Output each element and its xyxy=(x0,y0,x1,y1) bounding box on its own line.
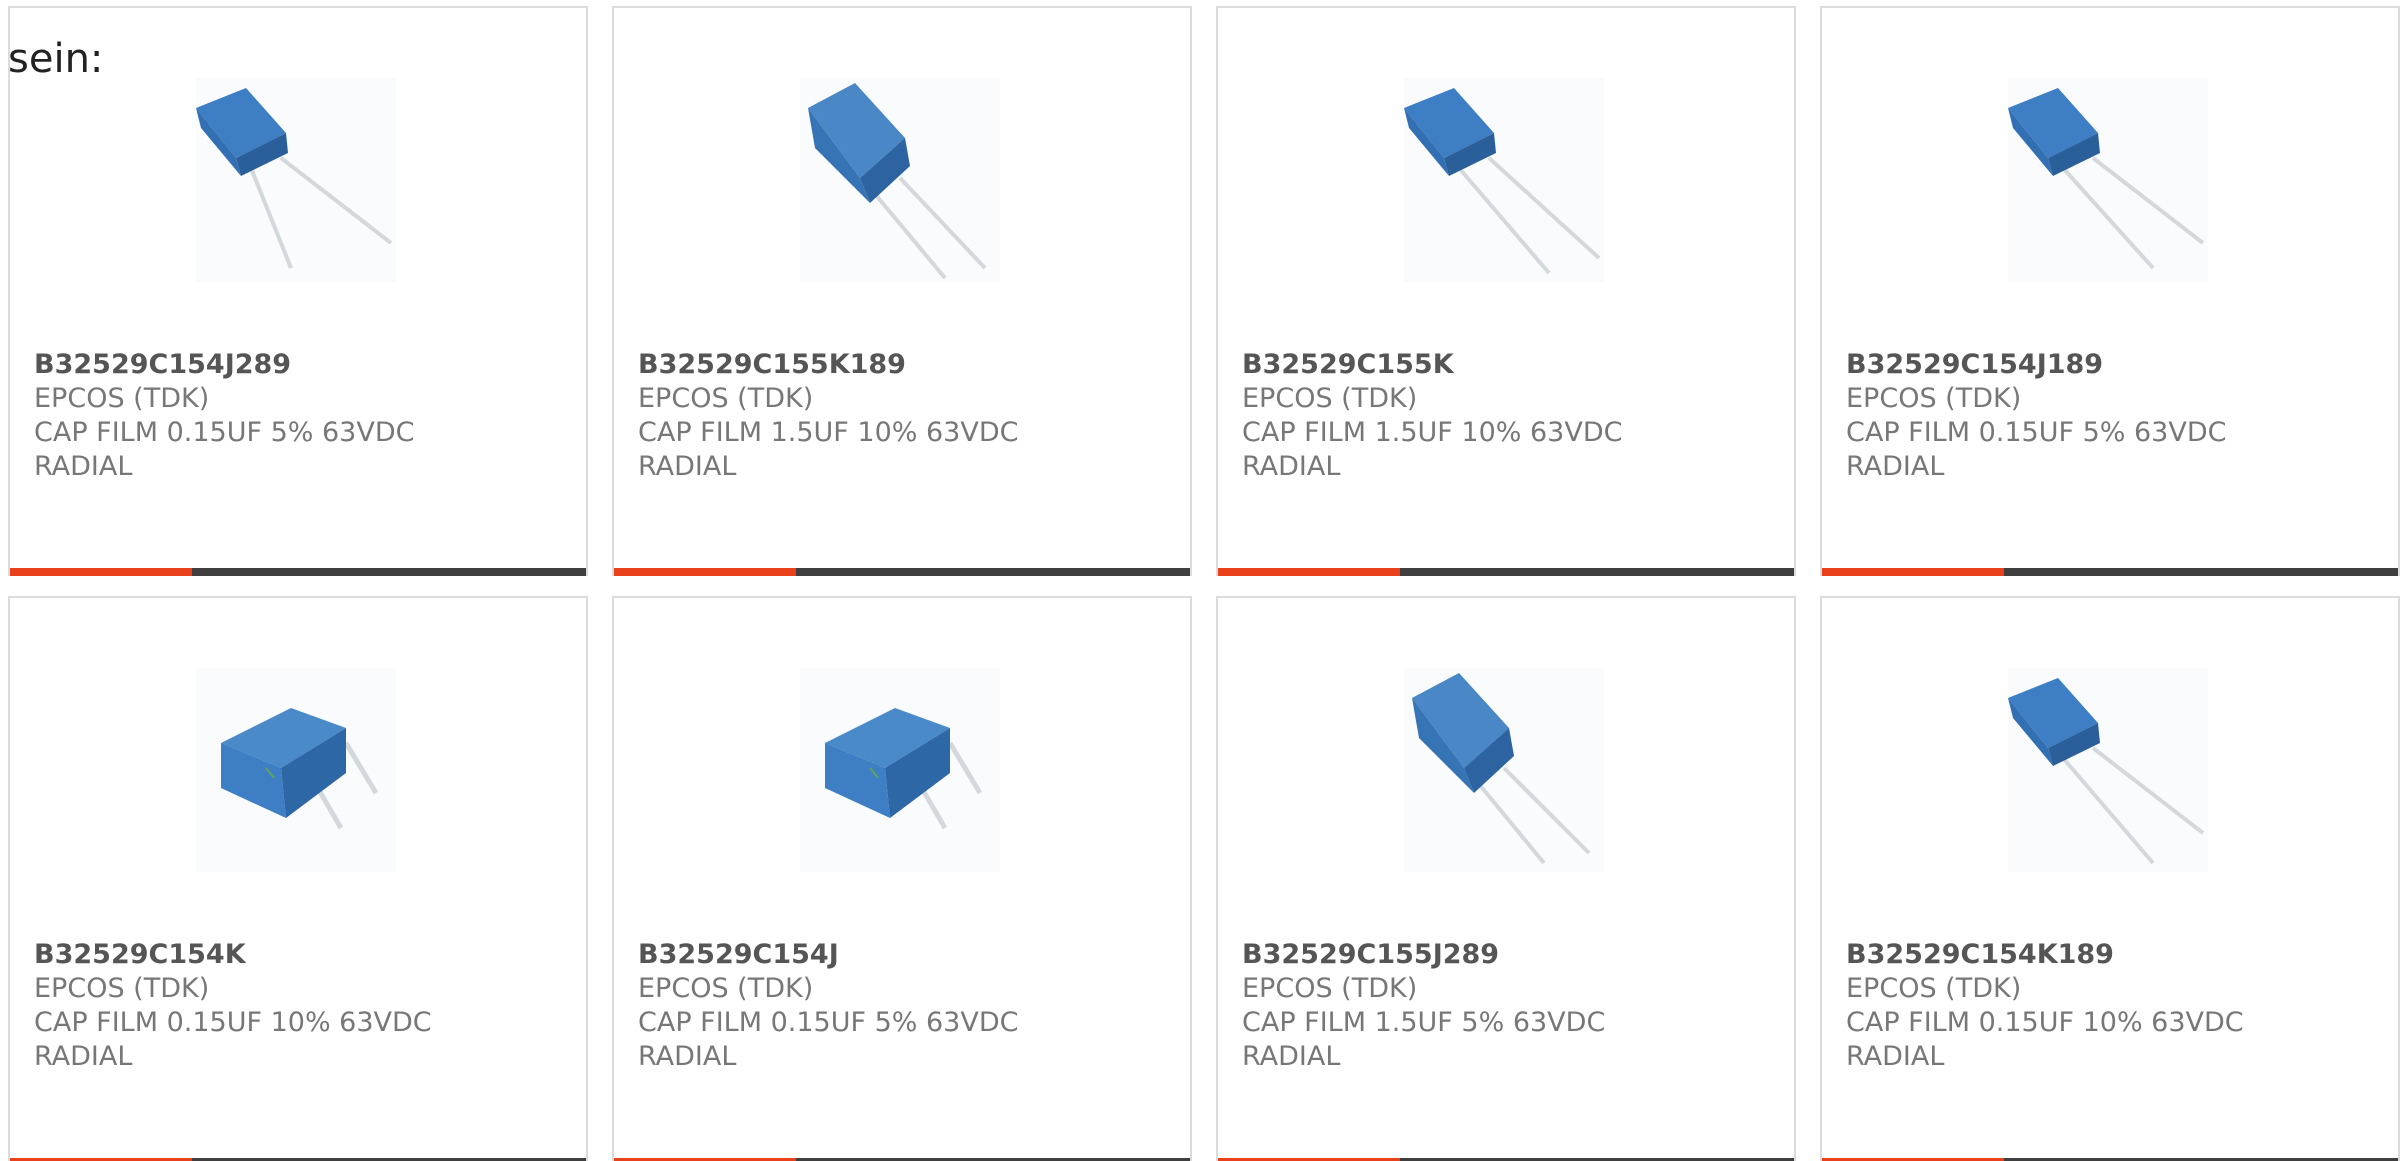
capacitor-image[interactable] xyxy=(2008,668,2208,872)
card-accent xyxy=(1218,568,1400,576)
product-grid: B32529C154J289 EPCOS (TDK) CAP FILM 0.15… xyxy=(8,6,2400,1161)
description-line-1: CAP FILM 0.15UF 10% 63VDC xyxy=(1846,1007,2244,1038)
product-info: B32529C154K189 EPCOS (TDK) CAP FILM 0.15… xyxy=(1846,938,2378,1074)
description-line-1: CAP FILM 1.5UF 10% 63VDC xyxy=(638,417,1019,448)
product-card[interactable]: B32529C154K189 EPCOS (TDK) CAP FILM 0.15… xyxy=(1820,596,2400,1161)
description-line-2: RADIAL xyxy=(1242,1041,1341,1072)
part-number[interactable]: B32529C155J289 xyxy=(1242,938,1774,972)
capacitor-tall-leads-icon xyxy=(196,88,393,269)
manufacturer: EPCOS (TDK) xyxy=(1846,383,2022,414)
description-line-1: CAP FILM 0.15UF 5% 63VDC xyxy=(638,1007,1019,1038)
product-info: B32529C155K EPCOS (TDK) CAP FILM 1.5UF 1… xyxy=(1242,348,1774,484)
manufacturer: EPCOS (TDK) xyxy=(1242,973,1418,1004)
product-info: B32529C154J EPCOS (TDK) CAP FILM 0.15UF … xyxy=(638,938,1170,1074)
description-line-1: CAP FILM 0.15UF 5% 63VDC xyxy=(34,417,415,448)
description-line-1: CAP FILM 1.5UF 5% 63VDC xyxy=(1242,1007,1606,1038)
product-info: B32529C154J289 EPCOS (TDK) CAP FILM 0.15… xyxy=(34,348,566,484)
card-footer-bar xyxy=(10,568,586,576)
manufacturer: EPCOS (TDK) xyxy=(1242,383,1418,414)
card-accent xyxy=(10,568,192,576)
description-line-2: RADIAL xyxy=(34,451,133,482)
product-card[interactable]: B32529C155J289 EPCOS (TDK) CAP FILM 1.5U… xyxy=(1216,596,1796,1161)
description-line-1: CAP FILM 0.15UF 10% 63VDC xyxy=(34,1007,432,1038)
capacitor-large-icon xyxy=(1412,673,1591,865)
part-number[interactable]: B32529C154K189 xyxy=(1846,938,2378,972)
manufacturer: EPCOS (TDK) xyxy=(1846,973,2022,1004)
capacitor-tall-leads-icon xyxy=(2008,678,2205,865)
product-info: B32529C154J189 EPCOS (TDK) CAP FILM 0.15… xyxy=(1846,348,2378,484)
product-info: B32529C154K EPCOS (TDK) CAP FILM 0.15UF … xyxy=(34,938,566,1074)
capacitor-image[interactable] xyxy=(800,668,1000,872)
manufacturer: EPCOS (TDK) xyxy=(34,383,210,414)
part-number[interactable]: B32529C155K xyxy=(1242,348,1774,382)
card-accent xyxy=(614,568,796,576)
description-line-1: CAP FILM 0.15UF 5% 63VDC xyxy=(1846,417,2227,448)
card-footer-bar xyxy=(1822,568,2398,576)
product-info: B32529C155K189 EPCOS (TDK) CAP FILM 1.5U… xyxy=(638,348,1170,484)
product-card[interactable]: B32529C155K189 EPCOS (TDK) CAP FILM 1.5U… xyxy=(612,6,1192,576)
description-line-1: CAP FILM 1.5UF 10% 63VDC xyxy=(1242,417,1623,448)
part-number[interactable]: B32529C154J189 xyxy=(1846,348,2378,382)
manufacturer: EPCOS (TDK) xyxy=(34,973,210,1004)
section-heading: sein: xyxy=(8,36,104,82)
capacitor-image[interactable] xyxy=(800,78,1000,282)
description-line-2: RADIAL xyxy=(1846,1041,1945,1072)
description-line-2: RADIAL xyxy=(1242,451,1341,482)
description-line-2: RADIAL xyxy=(638,451,737,482)
capacitor-image[interactable] xyxy=(2008,78,2208,282)
manufacturer: EPCOS (TDK) xyxy=(638,973,814,1004)
card-accent xyxy=(1822,568,2004,576)
description-line-2: RADIAL xyxy=(34,1041,133,1072)
manufacturer: EPCOS (TDK) xyxy=(638,383,814,414)
product-card[interactable]: B32529C154K EPCOS (TDK) CAP FILM 0.15UF … xyxy=(8,596,588,1161)
capacitor-short-leads-icon xyxy=(825,708,983,830)
capacitor-image[interactable] xyxy=(1404,668,1604,872)
product-info: B32529C155J289 EPCOS (TDK) CAP FILM 1.5U… xyxy=(1242,938,1774,1074)
capacitor-image[interactable] xyxy=(1404,78,1604,282)
product-card[interactable]: B32529C154J EPCOS (TDK) CAP FILM 0.15UF … xyxy=(612,596,1192,1161)
part-number[interactable]: B32529C154J xyxy=(638,938,1170,972)
product-card[interactable]: B32529C154J189 EPCOS (TDK) CAP FILM 0.15… xyxy=(1820,6,2400,576)
card-footer-bar xyxy=(1218,568,1794,576)
capacitor-tall-leads-icon xyxy=(1404,88,1601,275)
product-card[interactable]: B32529C154J289 EPCOS (TDK) CAP FILM 0.15… xyxy=(8,6,588,576)
part-number[interactable]: B32529C154J289 xyxy=(34,348,566,382)
capacitor-image[interactable] xyxy=(196,78,396,282)
card-footer-bar xyxy=(614,568,1190,576)
page: sein: B32529C154J289 EPCOS (TDK) CAP FIL… xyxy=(0,0,2400,1161)
part-number[interactable]: B32529C154K xyxy=(34,938,566,972)
product-card[interactable]: B32529C155K EPCOS (TDK) CAP FILM 1.5UF 1… xyxy=(1216,6,1796,576)
capacitor-large-icon xyxy=(808,83,987,280)
description-line-2: RADIAL xyxy=(638,1041,737,1072)
capacitor-short-leads-icon xyxy=(221,708,379,830)
description-line-2: RADIAL xyxy=(1846,451,1945,482)
part-number[interactable]: B32529C155K189 xyxy=(638,348,1170,382)
capacitor-image[interactable] xyxy=(196,668,396,872)
capacitor-tall-leads-icon xyxy=(2008,88,2205,270)
